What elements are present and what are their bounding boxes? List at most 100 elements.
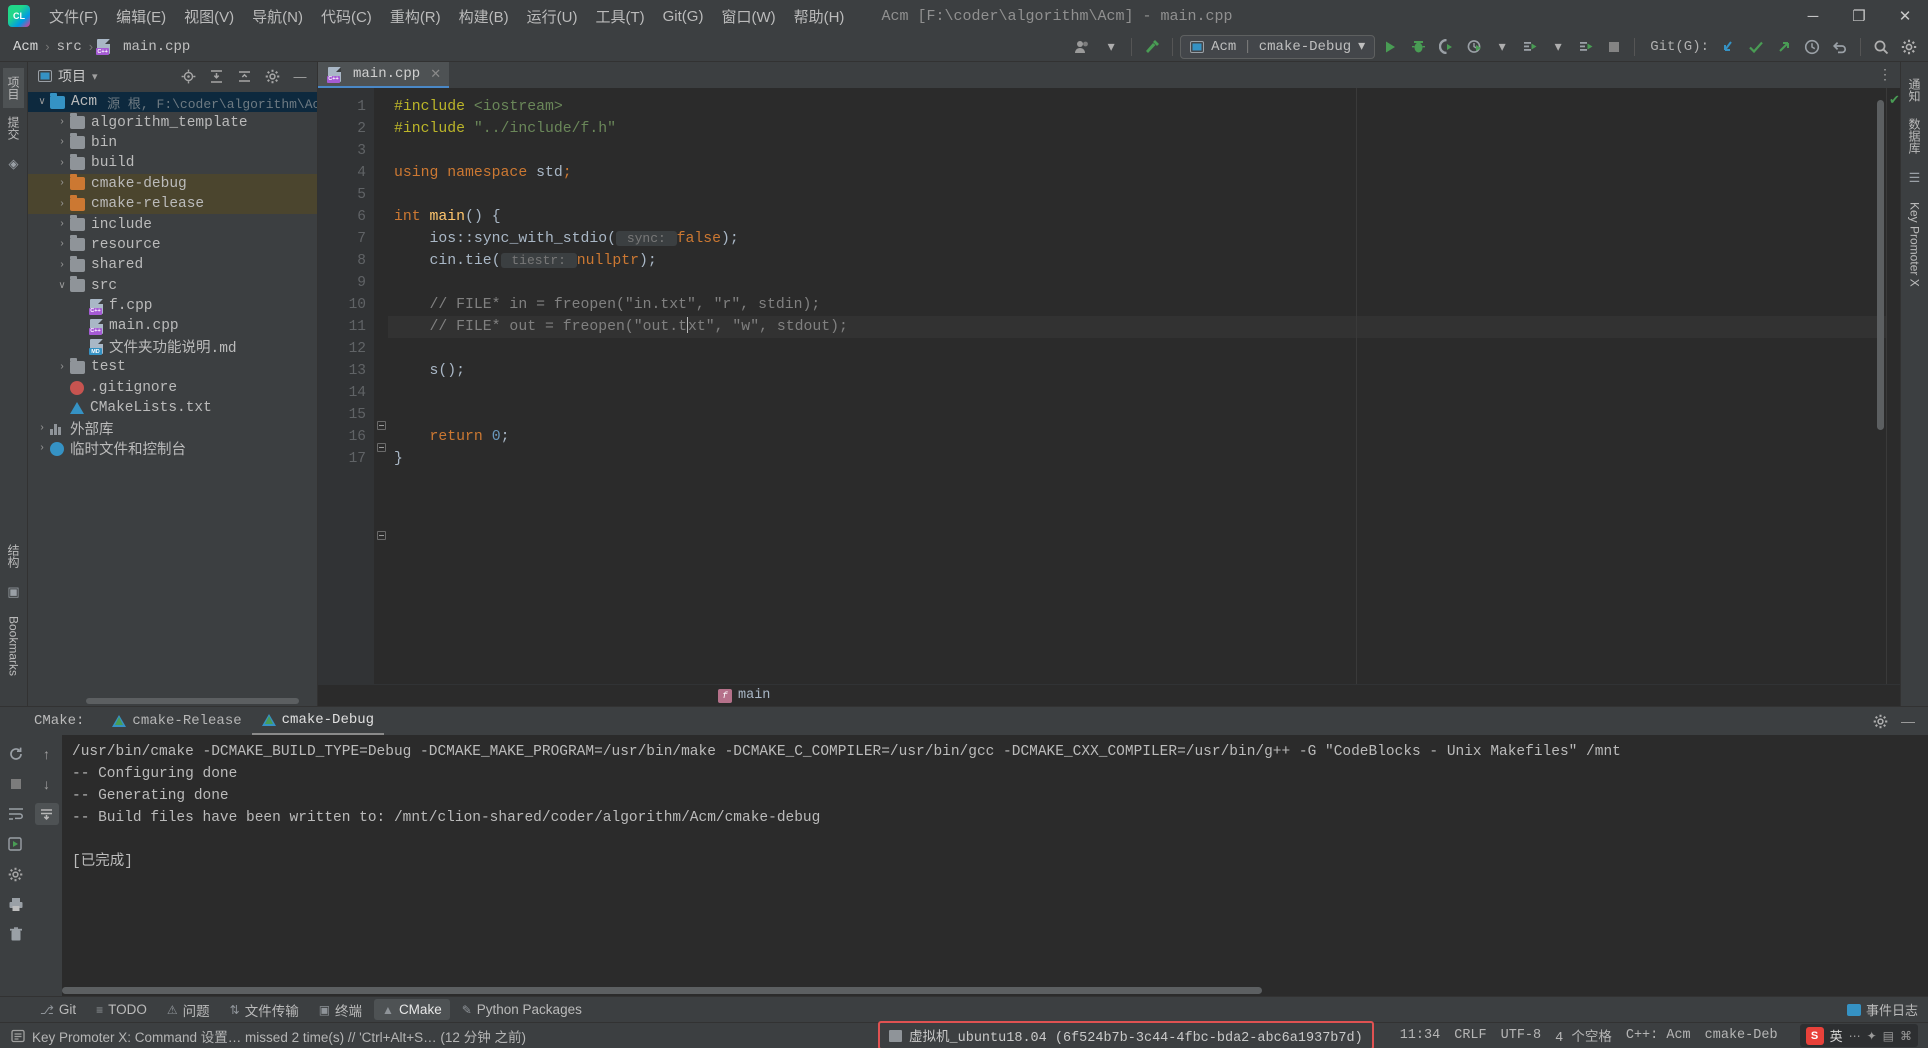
ime-tools-icon[interactable]: ✦ xyxy=(1867,1029,1877,1043)
line-number[interactable]: 13 xyxy=(318,360,374,382)
tree-item-cmake-release[interactable]: › cmake-release xyxy=(28,193,317,215)
line-number[interactable]: 10 xyxy=(318,294,374,316)
inspection-stripe[interactable]: ✔ xyxy=(1886,88,1900,684)
chevron-right-icon[interactable]: › xyxy=(54,219,70,230)
scroll-down-icon[interactable]: ↓ xyxy=(35,773,59,795)
chevron-right-icon[interactable]: › xyxy=(54,117,70,128)
event-log-tab[interactable]: 事件日志 xyxy=(1846,1000,1918,1019)
rail-tab-notifications[interactable]: 通知 xyxy=(1904,70,1925,110)
settings-gear-icon[interactable] xyxy=(4,863,28,885)
cmake-tab-release[interactable]: cmake-Release xyxy=(102,709,251,734)
run-button[interactable] xyxy=(1377,35,1403,59)
chevron-right-icon[interactable]: › xyxy=(34,443,50,454)
rail-tab-key-promoter[interactable]: Key Promoter X xyxy=(1906,194,1924,295)
line-number[interactable]: 17 xyxy=(318,448,374,470)
git-rollback-icon[interactable] xyxy=(1827,35,1853,59)
profiler-button[interactable] xyxy=(1461,35,1487,59)
chevron-down-icon[interactable]: ▾ xyxy=(1489,35,1515,59)
tree-item-shared[interactable]: › shared xyxy=(28,255,317,275)
chevron-right-icon[interactable]: › xyxy=(54,362,70,373)
cmake-tab-debug[interactable]: cmake-Debug xyxy=(251,708,385,735)
menu-build[interactable]: 构建(B) xyxy=(450,3,518,30)
fold-marker-icon[interactable] xyxy=(374,524,388,546)
chevron-down-icon[interactable]: ▾ xyxy=(92,70,98,83)
menu-edit[interactable]: 编辑(E) xyxy=(107,3,175,30)
git-push-icon[interactable] xyxy=(1771,35,1797,59)
tree-item-algorithm_template[interactable]: › algorithm_template xyxy=(28,112,317,132)
menu-window[interactable]: 窗口(W) xyxy=(712,3,784,30)
settings-gear-icon[interactable] xyxy=(261,66,283,86)
tool-tab-git[interactable]: ⎇ Git xyxy=(32,999,84,1020)
ime-menu-icon[interactable]: ⋯ xyxy=(1849,1029,1861,1043)
menu-code[interactable]: 代码(C) xyxy=(312,3,381,30)
code-line[interactable]: int main() { xyxy=(388,206,1886,228)
settings-gear-icon[interactable] xyxy=(1896,35,1922,59)
rail-tab-commit[interactable]: 提交 xyxy=(3,108,24,148)
breadcrumb-src[interactable]: src xyxy=(54,38,85,56)
file-encoding[interactable]: UTF-8 xyxy=(1501,1028,1542,1043)
tool-tab-python-packages[interactable]: ✎ Python Packages xyxy=(454,999,590,1020)
structure-dot-icon[interactable]: ◈ xyxy=(4,154,24,174)
tree-item-[interactable]: › 外部库 xyxy=(28,418,317,439)
tree-item-resource[interactable]: › resource xyxy=(28,235,317,255)
search-everywhere-icon[interactable] xyxy=(1868,35,1894,59)
cmake-horizontal-scrollbar[interactable] xyxy=(62,987,1928,994)
code-line[interactable] xyxy=(388,404,1886,426)
code-line[interactable]: #include <iostream> xyxy=(388,96,1886,118)
line-number[interactable]: 2 xyxy=(318,118,374,140)
chevron-right-icon[interactable]: › xyxy=(34,423,50,434)
ime-settings-icon[interactable]: ⌘ xyxy=(1900,1029,1912,1043)
rail-tab-project[interactable]: 项目 xyxy=(3,68,24,108)
code-line[interactable] xyxy=(388,382,1886,404)
menu-navigate[interactable]: 导航(N) xyxy=(243,3,312,30)
code-line[interactable] xyxy=(388,140,1886,162)
database-icon[interactable]: ☰ xyxy=(1905,168,1925,188)
stop-icon[interactable] xyxy=(4,773,28,795)
rerun-cmake-icon[interactable] xyxy=(4,743,28,765)
line-number[interactable]: 5 xyxy=(318,184,374,206)
git-commit-icon[interactable] xyxy=(1743,35,1769,59)
chevron-right-icon[interactable]: › xyxy=(54,137,70,148)
code-line[interactable] xyxy=(388,338,1886,360)
git-update-icon[interactable] xyxy=(1715,35,1741,59)
tree-item-[interactable]: › 临时文件和控制台 xyxy=(28,439,317,459)
tree-item-cmake-debug[interactable]: › cmake-debug xyxy=(28,173,317,194)
git-history-icon[interactable] xyxy=(1799,35,1825,59)
tree-item-include[interactable]: › include xyxy=(28,214,317,234)
tree-item-.md[interactable]: MD 文件夹功能说明.md xyxy=(28,337,317,357)
code-line[interactable]: } xyxy=(388,448,1886,470)
code-line[interactable]: // FILE* out = freopen("out.txt", "w", s… xyxy=(388,316,1886,338)
tool-tab-cmake[interactable]: ▲ CMake xyxy=(374,999,450,1020)
project-tree[interactable]: ∨ Acm 源 根, F:\coder\algorithm\Ac › algorithm… xyxy=(28,90,317,696)
tree-item-main.cpp[interactable]: C++ main.cpp xyxy=(28,316,317,336)
line-separator[interactable]: CRLF xyxy=(1454,1028,1486,1043)
ime-keyboard-icon[interactable]: ▤ xyxy=(1883,1029,1894,1043)
chevron-right-icon[interactable]: › xyxy=(54,260,70,271)
hammer-build-icon[interactable] xyxy=(1139,35,1165,59)
editor-options-icon[interactable]: ⋮ xyxy=(1878,66,1892,83)
debug-button[interactable] xyxy=(1405,35,1431,59)
hide-panel-icon[interactable]: — xyxy=(289,66,311,86)
chevron-down-icon[interactable]: ▾ xyxy=(1098,35,1124,59)
close-icon[interactable]: ✕ xyxy=(430,67,441,82)
line-number[interactable]: 14 xyxy=(318,382,374,404)
line-number[interactable]: 7 xyxy=(318,228,374,250)
tree-item-src[interactable]: ∨ src xyxy=(28,276,317,296)
close-button[interactable]: ✕ xyxy=(1882,0,1928,32)
menu-file[interactable]: 文件(F) xyxy=(40,3,107,30)
line-number[interactable]: 8 xyxy=(318,250,374,272)
editor-vertical-scrollbar[interactable] xyxy=(1877,100,1884,430)
ime-indicator[interactable]: S 英 ⋯ ✦ ▤ ⌘ xyxy=(1799,1024,1918,1047)
chevron-right-icon[interactable]: › xyxy=(54,199,70,210)
rail-tab-structure[interactable]: 结构 xyxy=(3,536,24,576)
locate-file-icon[interactable] xyxy=(177,66,199,86)
menu-view[interactable]: 视图(V) xyxy=(175,3,243,30)
build-config[interactable]: cmake-Deb xyxy=(1705,1028,1778,1043)
tree-item-.gitignore[interactable]: .gitignore xyxy=(28,377,317,397)
line-number[interactable]: 4 xyxy=(318,162,374,184)
editor-tab-main-cpp[interactable]: C++ main.cpp ✕ xyxy=(318,62,450,88)
chevron-down-icon[interactable]: ∨ xyxy=(54,280,70,292)
code-line[interactable]: s(); xyxy=(388,360,1886,382)
log-icon[interactable] xyxy=(10,1028,26,1044)
trash-icon[interactable] xyxy=(4,923,28,945)
